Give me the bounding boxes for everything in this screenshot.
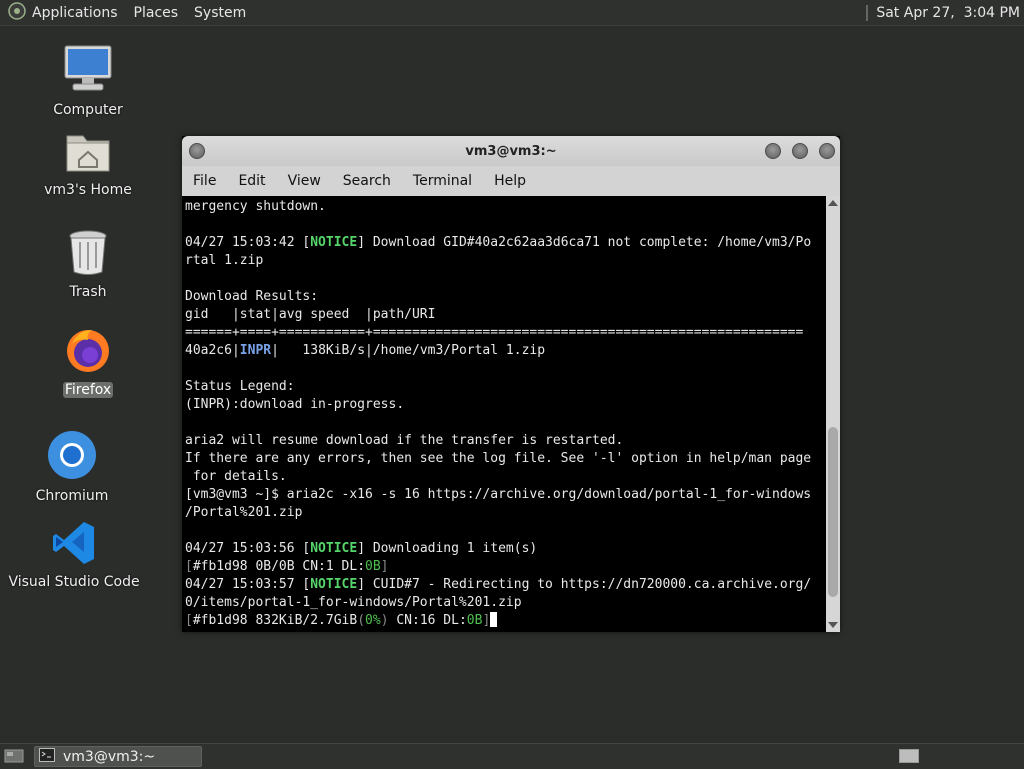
- menu-system[interactable]: System: [194, 5, 246, 21]
- scroll-down-arrow-icon[interactable]: [828, 622, 838, 628]
- terminal-line: 04/27 15:03:56 [NOTICE] Downloading 1 it…: [185, 541, 538, 556]
- window-titlebar[interactable]: vm3@vm3:~: [182, 136, 840, 166]
- terminal-line: gid |stat|avg speed |path/URI: [185, 307, 436, 322]
- terminal-line: aria2 will resume download if the transf…: [185, 433, 624, 448]
- panel-separator-icon: [866, 4, 869, 21]
- desktop-icon-label: Visual Studio Code: [8, 574, 140, 590]
- terminal-line: [#fb1d98 0B/0B CN:1 DL:0B]: [185, 559, 389, 574]
- maximize-button[interactable]: [792, 143, 808, 159]
- taskbar-terminal-button[interactable]: vm3@vm3:~: [34, 746, 202, 767]
- workspace-switcher[interactable]: [899, 749, 919, 763]
- desktop-icon-label: Chromium: [35, 488, 109, 504]
- desktop-icon-label: Firefox: [62, 382, 114, 398]
- show-desktop-icon[interactable]: [4, 748, 24, 768]
- terminal-line: /Portal%201.zip: [185, 505, 303, 520]
- desktop-icon-computer[interactable]: Computer: [52, 44, 124, 118]
- desktop-icon-firefox[interactable]: Firefox: [52, 326, 124, 398]
- desktop-icon-chromium[interactable]: Chromium: [36, 430, 108, 504]
- terminal-scrollbar[interactable]: [826, 196, 840, 632]
- terminal-line: 04/27 15:03:57 [NOTICE] CUID#7 - Redirec…: [185, 577, 812, 592]
- desktop-icon-trash[interactable]: Trash: [52, 228, 124, 300]
- terminal-line: 04/27 15:03:42 [NOTICE] Download GID#40a…: [185, 235, 812, 250]
- chromium-icon: [47, 430, 97, 484]
- bottom-panel: vm3@vm3:~: [0, 743, 1024, 769]
- terminal-line: for details.: [185, 469, 287, 484]
- menu-view[interactable]: View: [288, 173, 321, 189]
- menu-terminal[interactable]: Terminal: [413, 173, 472, 189]
- menu-help[interactable]: Help: [494, 173, 526, 189]
- terminal-line: rtal 1.zip: [185, 253, 264, 268]
- computer-icon: [63, 44, 113, 98]
- terminal-window[interactable]: vm3@vm3:~ File Edit View Search Terminal…: [182, 136, 840, 632]
- desktop-icon-label: Trash: [69, 284, 107, 300]
- desktop-icon-label: Computer: [53, 102, 123, 118]
- scrollbar-thumb[interactable]: [828, 427, 838, 597]
- terminal-line: Status Legend:: [185, 379, 295, 394]
- terminal-line: 40a2c6|INPR| 138KiB/s|/home/vm3/Portal 1…: [185, 343, 546, 358]
- desktop-icon-label: vm3's Home: [44, 182, 132, 198]
- menu-edit[interactable]: Edit: [238, 173, 265, 189]
- terminal-line: Download Results:: [185, 289, 319, 304]
- terminal-output[interactable]: mergency shutdown. 04/27 15:03:42 [NOTICE…: [182, 196, 826, 632]
- terminal-line: 0/items/portal-1_for-windows/Portal%201.…: [185, 595, 522, 610]
- taskbar-label: vm3@vm3:~: [63, 748, 156, 765]
- home-folder-icon: [65, 128, 111, 178]
- window-menu-button[interactable]: [189, 143, 205, 159]
- terminal-line: mergency shutdown.: [185, 199, 326, 214]
- vscode-icon: [51, 520, 97, 570]
- terminal-line: If there are any errors, then see the lo…: [185, 451, 812, 466]
- menu-search[interactable]: Search: [343, 173, 391, 189]
- terminal-line: (INPR):download in-progress.: [185, 397, 405, 412]
- minimize-button[interactable]: [765, 143, 781, 159]
- menu-places[interactable]: Places: [134, 5, 179, 21]
- window-title: vm3@vm3:~: [465, 143, 557, 159]
- menu-file[interactable]: File: [193, 173, 216, 189]
- scroll-up-arrow-icon[interactable]: [828, 200, 838, 206]
- terminal-cursor: [490, 612, 498, 627]
- menu-applications[interactable]: Applications: [32, 5, 118, 21]
- clock[interactable]: Sat Apr 27, 3:04 PM: [866, 0, 1024, 25]
- terminal-menubar: File Edit View Search Terminal Help: [182, 166, 840, 196]
- terminal-line: ======+====+===========+================…: [185, 325, 804, 340]
- gnome-foot-icon[interactable]: [8, 1, 26, 24]
- clock-text: Sat Apr 27, 3:04 PM: [876, 4, 1020, 21]
- firefox-icon: [64, 326, 112, 378]
- desktop-icon-home[interactable]: vm3's Home: [40, 128, 136, 198]
- terminal-icon: [39, 747, 55, 766]
- terminal-line: [#fb1d98 832KiB/2.7GiB(0%) CN:16 DL:0B]: [185, 612, 826, 630]
- trash-icon: [67, 228, 109, 280]
- desktop-icon-vscode[interactable]: Visual Studio Code: [8, 520, 140, 590]
- terminal-line: [vm3@vm3 ~]$ aria2c -x16 -s 16 https://a…: [185, 487, 812, 502]
- top-panel: Applications Places System Sat Apr 27, 3…: [0, 0, 1024, 26]
- close-button[interactable]: [819, 143, 835, 159]
